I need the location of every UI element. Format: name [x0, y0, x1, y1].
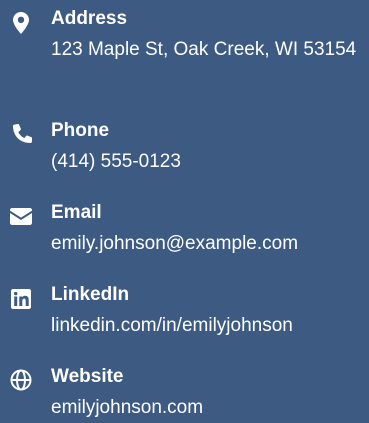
phone-icon [8, 124, 34, 150]
contact-value-phone[interactable]: (414) 555-0123 [51, 148, 369, 176]
contact-label-address: Address [51, 8, 128, 29]
envelope-icon [8, 206, 34, 232]
map-pin-icon [8, 12, 34, 38]
contact-value-email[interactable]: emily.johnson@example.com [51, 230, 369, 258]
contact-label-website: Website [51, 366, 124, 387]
linkedin-icon [8, 288, 34, 314]
contact-value-website[interactable]: emilyjohnson.com [51, 394, 369, 422]
contact-list: Address 123 Maple St, Oak Creek, WI 5315… [0, 0, 369, 423]
contact-label-email: Email [51, 202, 102, 223]
contact-value-linkedin[interactable]: linkedin.com/in/emilyjohnson [51, 312, 369, 340]
contact-label-phone: Phone [51, 120, 110, 141]
globe-icon [8, 369, 34, 396]
contact-value-address: 123 Maple St, Oak Creek, WI 53154 [51, 39, 357, 60]
contact-label-linkedin: LinkedIn [51, 284, 130, 305]
